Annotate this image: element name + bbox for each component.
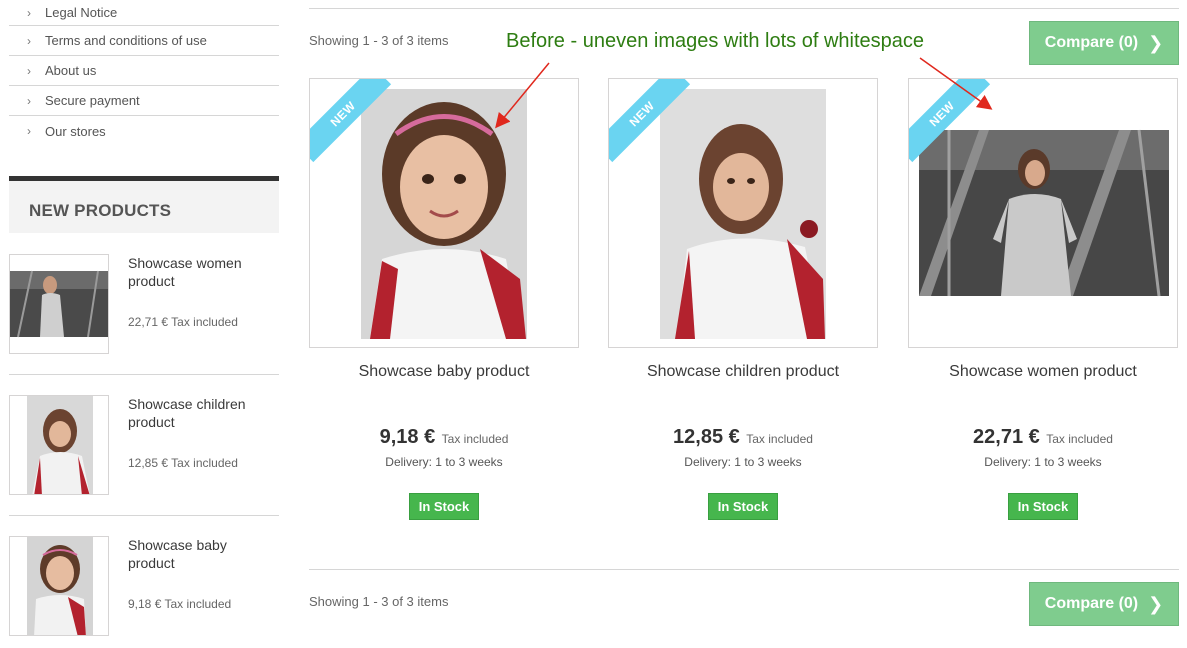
product-card-baby: NEW Showcase baby product 9,18 € Tax inc… (309, 78, 579, 520)
product-thumbnail-children[interactable] (9, 395, 109, 495)
product-thumbnail-baby[interactable] (9, 536, 109, 636)
product-price-row: 9,18 € Tax included (309, 426, 579, 449)
tax-label: Tax included (1046, 432, 1113, 446)
sidebar-link-secure-payment[interactable]: › Secure payment (9, 86, 279, 116)
delivery-info: Delivery: 1 to 3 weeks (984, 455, 1102, 469)
product-image-children[interactable]: NEW (608, 78, 878, 348)
sidebar-link-legal-notice[interactable]: › Legal Notice (9, 0, 279, 26)
link-label: Terms and conditions of use (45, 33, 207, 48)
product-thumbnail-women[interactable] (9, 254, 109, 354)
showing-count-top: Showing 1 - 3 of 3 items (309, 33, 449, 48)
product-name[interactable]: Showcase baby product (309, 363, 579, 381)
sidebar-product-name[interactable]: Showcase baby product (128, 536, 268, 572)
product-card-children: NEW Showcase children product 12,85 € Ta… (608, 78, 878, 520)
link-label: Our stores (45, 123, 106, 139)
sidebar-product-price: 12,85 € Tax included (128, 456, 238, 470)
compare-button-bottom[interactable]: Compare (0) ❯ (1029, 582, 1179, 626)
tax-label: Tax included (746, 432, 813, 446)
chevron-right-icon: ❯ (1148, 32, 1164, 53)
product-image-women[interactable]: NEW (908, 78, 1178, 348)
chevron-right-icon: › (27, 33, 31, 48)
link-label: Legal Notice (45, 5, 118, 20)
sidebar-link-terms[interactable]: › Terms and conditions of use (9, 26, 279, 56)
sidebar-product-price: 22,71 € Tax included (128, 315, 238, 329)
product-image-baby[interactable]: NEW (309, 78, 579, 348)
chevron-right-icon: › (27, 63, 31, 78)
delivery-info: Delivery: 1 to 3 weeks (385, 455, 503, 469)
compare-label: Compare (0) (1044, 34, 1139, 51)
product-price: 9,18 € (379, 426, 436, 448)
sidebar-product-name[interactable]: Showcase women product (128, 254, 268, 290)
annotation-text: Before - uneven images with lots of whit… (506, 30, 924, 52)
product-price: 12,85 € (673, 426, 740, 448)
compare-button-top[interactable]: Compare (0) ❯ (1029, 21, 1179, 65)
sidebar-product-women: Showcase women product 22,71 € Tax inclu… (9, 254, 279, 375)
chevron-right-icon: › (27, 5, 31, 20)
product-name[interactable]: Showcase women product (908, 363, 1178, 381)
information-links: › Legal Notice › Terms and conditions of… (9, 0, 279, 146)
new-products-title[interactable]: NEW PRODUCTS (29, 201, 171, 221)
product-price-row: 12,85 € Tax included (608, 426, 878, 449)
link-label: Secure payment (45, 93, 140, 108)
sidebar-product-price: 9,18 € Tax included (128, 597, 232, 611)
product-name[interactable]: Showcase children product (608, 363, 878, 381)
product-card-women: NEW Showcase women product 22,71 € Tax i… (908, 78, 1178, 520)
stock-badge: In Stock (1008, 493, 1078, 520)
sidebar-product-children: Showcase children product 12,85 € Tax in… (9, 395, 279, 516)
sidebar-link-our-stores[interactable]: › Our stores (9, 116, 279, 146)
chevron-right-icon: › (27, 124, 31, 138)
new-products-header: NEW PRODUCTS (9, 176, 279, 233)
compare-label: Compare (0) (1044, 595, 1139, 612)
stock-badge: In Stock (409, 493, 479, 520)
link-label: About us (45, 63, 97, 78)
sidebar-product-name[interactable]: Showcase children product (128, 395, 268, 431)
product-price: 22,71 € (973, 426, 1040, 448)
delivery-info: Delivery: 1 to 3 weeks (684, 455, 802, 469)
product-listing: Showing 1 - 3 of 3 items Compare (0) ❯ B… (309, 0, 1179, 648)
stock-badge: In Stock (708, 493, 778, 520)
chevron-right-icon: ❯ (1148, 593, 1164, 614)
sidebar-product-baby: Showcase baby product 9,18 € Tax include… (9, 536, 279, 648)
divider (309, 8, 1179, 9)
showing-count-bottom: Showing 1 - 3 of 3 items (309, 594, 449, 609)
sidebar: › Legal Notice › Terms and conditions of… (9, 0, 279, 648)
sidebar-link-about-us[interactable]: › About us (9, 56, 279, 86)
divider (9, 515, 279, 516)
divider (9, 374, 279, 375)
product-price-row: 22,71 € Tax included (908, 426, 1178, 449)
divider (309, 569, 1179, 570)
chevron-right-icon: › (27, 93, 31, 108)
tax-label: Tax included (441, 432, 509, 446)
